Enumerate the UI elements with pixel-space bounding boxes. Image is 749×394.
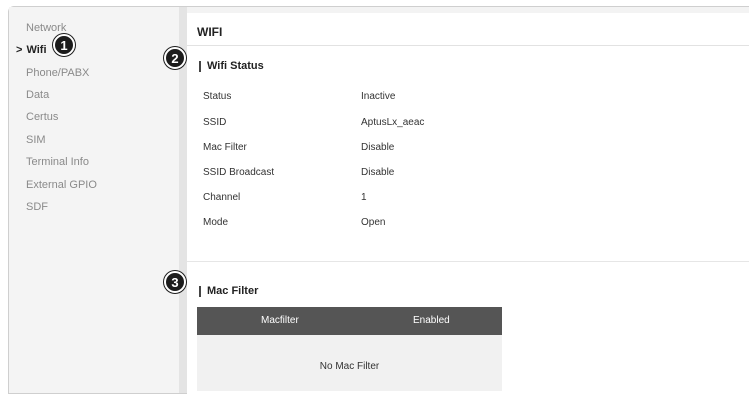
sidebar-item-phone-pabx[interactable]: Phone/PABX (26, 66, 89, 80)
channel-value: 1 (361, 192, 367, 203)
sidebar-item-wifi[interactable]: > Wifi (16, 43, 47, 57)
status-label: Status (203, 91, 232, 102)
callout-badge-3: 3 (164, 271, 186, 293)
sidebar-item-label: Network (26, 22, 67, 34)
section-marker (199, 60, 201, 72)
channel-label: Channel (203, 192, 241, 203)
mode-value: Open (361, 217, 386, 228)
app-frame: Network > Wifi Phone/PABX Data Certus SIM… (8, 6, 749, 394)
mac-filter-value: Disable (361, 142, 395, 153)
ssid-label: SSID (203, 117, 227, 128)
mac-filter-label: Mac Filter (203, 142, 247, 153)
sidebar-item-label: Phone/PABX (26, 67, 90, 79)
column-header-enabled[interactable]: Enabled (413, 315, 450, 326)
mac-filter-table-body: No Mac Filter (197, 335, 502, 391)
status-value: Inactive (361, 91, 396, 102)
sidebar: Network > Wifi Phone/PABX Data Certus SIM… (9, 7, 179, 393)
sidebar-item-label: SDF (26, 201, 48, 213)
sidebar-item-external-gpio[interactable]: External GPIO (26, 178, 97, 192)
page-title: WIFI (197, 25, 223, 39)
sidebar-item-terminal-info[interactable]: Terminal Info (26, 155, 89, 169)
title-divider (187, 45, 749, 46)
ssid-value: AptusLx_aeac (361, 117, 425, 128)
ssid-broadcast-label: SSID Broadcast (203, 167, 275, 178)
callout-badge-2: 2 (164, 47, 186, 69)
chevron-right-icon: > (16, 44, 23, 56)
sidebar-item-data[interactable]: Data (26, 88, 49, 102)
sidebar-item-label: Terminal Info (26, 156, 89, 168)
main-panel: WIFI Wifi Status Status Inactive SSID Ap… (187, 13, 749, 394)
mode-label: Mode (203, 217, 229, 228)
sidebar-item-certus[interactable]: Certus (26, 110, 58, 124)
empty-state-text: No Mac Filter (319, 361, 380, 372)
sidebar-item-label: External GPIO (26, 179, 97, 191)
ssid-broadcast-value: Disable (361, 167, 395, 178)
column-header-macfilter[interactable]: Macfilter (261, 315, 299, 326)
section-heading-wifi-status: Wifi Status (199, 60, 264, 72)
mac-filter-table-header: Macfilter Enabled (197, 307, 502, 335)
callout-badge-1: 1 (53, 34, 75, 56)
sidebar-item-network[interactable]: Network (26, 21, 66, 35)
sidebar-item-label: Wifi (26, 44, 47, 56)
sidebar-item-sim[interactable]: SIM (26, 133, 46, 147)
section-heading-label: Wifi Status (207, 60, 264, 72)
section-divider (187, 261, 749, 262)
section-heading-mac-filter: Mac Filter (199, 285, 258, 297)
section-heading-label: Mac Filter (207, 285, 259, 297)
sidebar-item-label: SIM (26, 134, 46, 146)
section-marker (199, 285, 201, 297)
sidebar-item-sdf[interactable]: SDF (26, 200, 48, 214)
sidebar-item-label: Data (26, 89, 50, 101)
sidebar-item-label: Certus (26, 111, 59, 123)
